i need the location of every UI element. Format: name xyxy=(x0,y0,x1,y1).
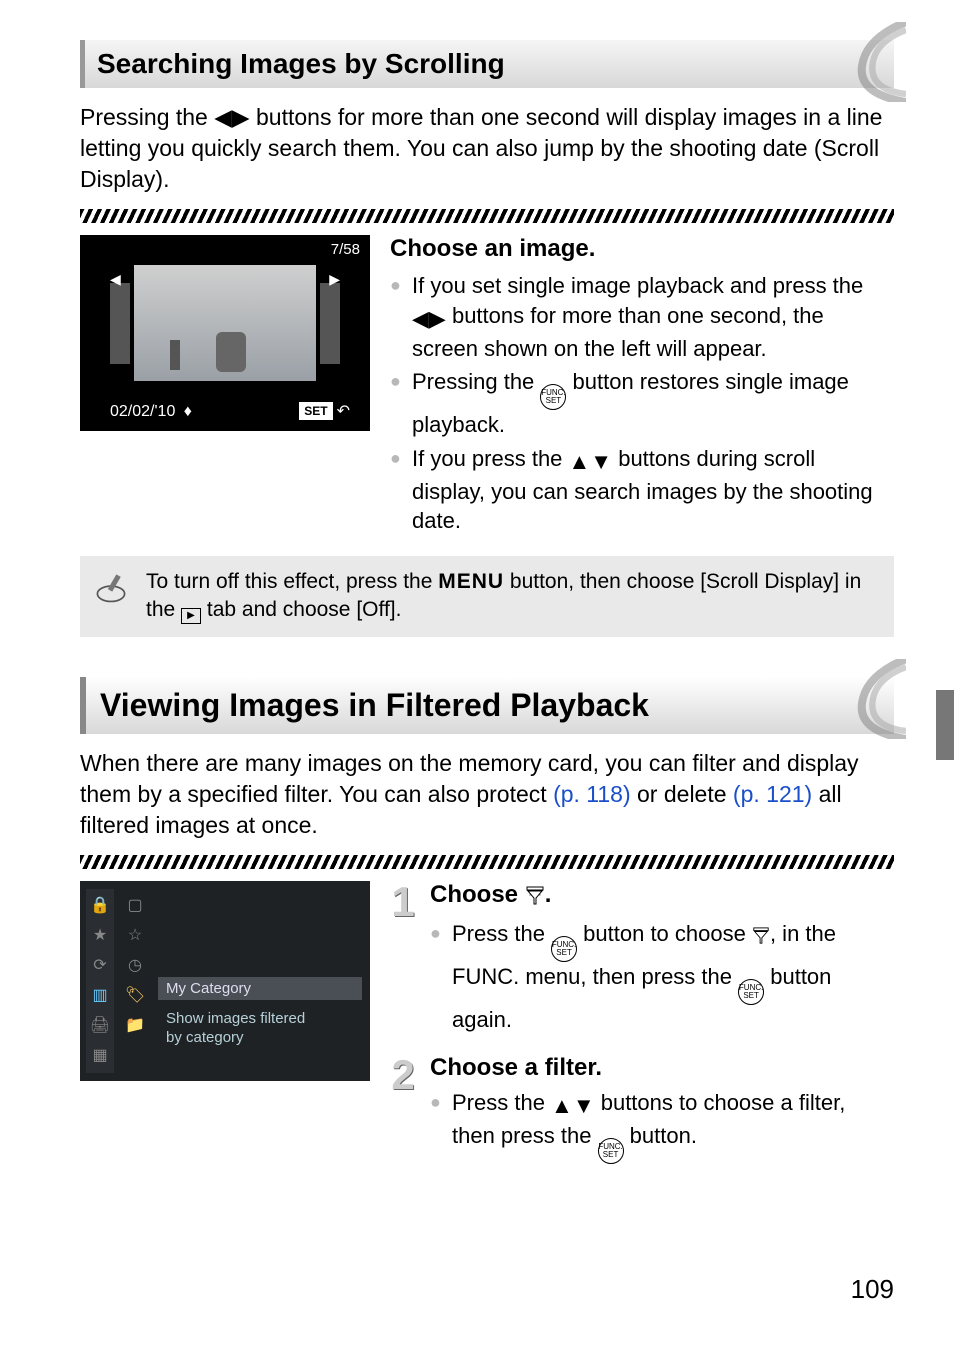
section-heading-filtered: Viewing Images in Filtered Playback xyxy=(80,677,894,734)
up-down-arrows-icon: ▲▼ xyxy=(551,1091,595,1121)
step2-title: Choose a filter. xyxy=(430,1054,894,1082)
filter-playback-icon xyxy=(525,885,545,913)
star-outline-icon: ☆ xyxy=(128,925,142,945)
func-set-icon: FUNC.SET xyxy=(598,1138,624,1164)
up-down-arrows-icon: ▲▼ xyxy=(569,447,613,477)
filter-icon: ▥ xyxy=(92,985,107,1005)
hatched-divider-icon xyxy=(80,209,894,223)
func-set-icon: FUNC.SET xyxy=(551,936,577,962)
pencil-note-icon xyxy=(94,570,128,612)
func-set-icon: FUNC.SET xyxy=(540,384,566,410)
print-icon: 🖨 xyxy=(90,1015,110,1035)
menu-item-my-category: My Category xyxy=(158,977,362,1000)
page-number: 109 xyxy=(851,1274,894,1305)
bullet-2: Pressing the FUNC.SET button restores si… xyxy=(390,367,894,440)
set-badge: SET xyxy=(299,402,332,420)
filtered-playback-screenshot: 🔒 ★ ⟳ ▥ 🖨 ▦ ▢ ☆ ◷ 🏷 📁 My Category Show i… xyxy=(80,881,370,1081)
decorative-swirl-icon xyxy=(826,22,906,102)
rotate-icon: ⟳ xyxy=(93,955,106,975)
step2-bullet: Press the ▲▼ buttons to choose a filter,… xyxy=(430,1088,894,1164)
heading-text-2: Viewing Images in Filtered Playback xyxy=(100,687,649,723)
choose-image-heading: Choose an image. xyxy=(390,235,894,263)
playback-tab-icon: ▶ xyxy=(181,608,201,624)
menu-desc-line1: Show images filtered xyxy=(166,1009,354,1029)
step-number-2: 2 xyxy=(386,1054,420,1168)
star-icon: ★ xyxy=(93,925,107,945)
section-heading-scrolling: Searching Images by Scrolling xyxy=(80,40,894,88)
clock-icon: ◷ xyxy=(128,955,142,975)
folder-icon: 📁 xyxy=(125,1015,145,1035)
screenshot-date: 02/02/'10 xyxy=(110,403,175,420)
step1-title: Choose . xyxy=(430,881,894,913)
slideshow-icon: ▦ xyxy=(92,1045,107,1065)
section2-intro: When there are many images on the memory… xyxy=(80,748,894,841)
left-right-arrows-icon: ◀▶ xyxy=(412,304,446,334)
heading-text: Searching Images by Scrolling xyxy=(97,48,505,79)
bullet-3: If you press the ▲▼ buttons during scrol… xyxy=(390,444,894,536)
section1-intro: Pressing the ◀▶ buttons for more than on… xyxy=(80,102,894,195)
step1-bullet: Press the FUNC.SET button to choose , in… xyxy=(430,919,894,1035)
step-number-1: 1 xyxy=(386,881,420,1039)
note-box: To turn off this effect, press the MENU … xyxy=(80,556,894,637)
updown-indicator-icon: ♦ xyxy=(184,403,192,420)
return-icon: ↶ xyxy=(337,401,350,421)
scroll-display-screenshot: 7/58 ◀ ▶ 02/02/'10 ♦ SET ↶ xyxy=(80,235,370,431)
menu-label: MENU xyxy=(438,570,504,593)
func-set-icon: FUNC.SET xyxy=(738,979,764,1005)
decorative-swirl-icon xyxy=(826,659,906,739)
page-ref-121[interactable]: (p. 121) xyxy=(733,781,812,807)
bullet-1: If you set single image playback and pre… xyxy=(390,271,894,363)
menu-desc-line2: by category xyxy=(166,1028,354,1048)
image-counter: 7/58 xyxy=(331,241,360,258)
note-text: To turn off this effect, press the MENU … xyxy=(146,568,880,625)
filter-playback-icon xyxy=(752,923,770,953)
page-ref-118[interactable]: (p. 118) xyxy=(553,781,631,807)
page-side-tab xyxy=(936,690,954,760)
category-icon: 🏷 xyxy=(125,985,145,1005)
hatched-divider-icon xyxy=(80,855,894,869)
lock-icon: 🔒 xyxy=(90,895,110,915)
left-arrow-icon: ◀ xyxy=(110,271,121,288)
right-arrow-icon: ▶ xyxy=(329,271,340,288)
